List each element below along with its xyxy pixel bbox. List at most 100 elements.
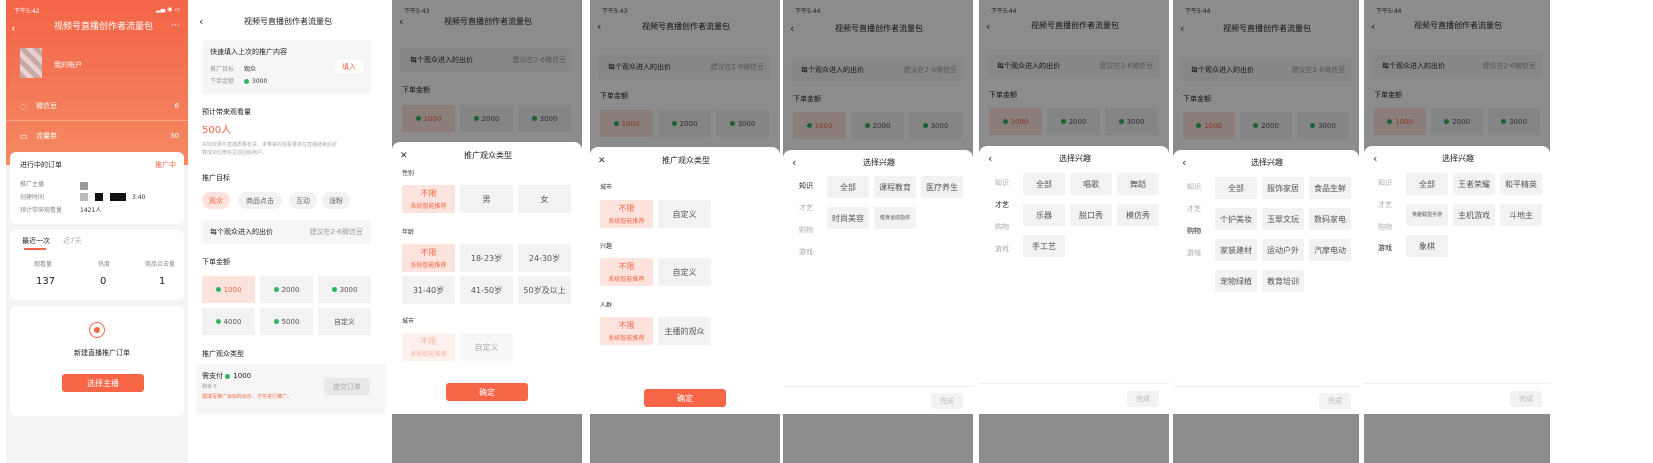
interest-option[interactable]: 健身运动指体 [874,207,916,229]
crowd-unlimited[interactable]: 不限 系统智能推荐 [600,317,653,345]
more-icon[interactable]: ··· [171,22,180,31]
tab-recent[interactable]: 最近一次 [22,238,50,245]
age-option[interactable]: 18-23岁 [460,244,513,272]
interest-option[interactable]: 服饰家居 [1262,177,1304,199]
interest-option[interactable]: 家装建材 [1215,239,1257,261]
category-gaming[interactable]: 游戏 [1187,250,1201,257]
done-button[interactable]: 完成 [1127,391,1159,407]
category-gaming[interactable]: 游戏 [995,246,1009,253]
interest-option[interactable]: 时尚美容 [827,207,869,229]
goal-chip-audience[interactable]: 观众 [202,192,230,209]
amount-option[interactable]: 1000 [202,276,255,303]
done-button[interactable]: 完成 [931,393,963,409]
interest-option[interactable]: 个护美妆 [1215,208,1257,230]
category-gaming[interactable]: 游戏 [1378,245,1392,252]
confirm-button[interactable]: 确定 [446,383,528,401]
category-knowledge[interactable]: 知识 [1378,180,1392,187]
tab-7days[interactable]: 近7天 [63,238,81,245]
interest-option[interactable]: 全部 [1215,177,1257,199]
interest-option[interactable]: 英雄联盟手游 [1406,204,1448,226]
category-shopping[interactable]: 购物 [1378,224,1392,231]
back-icon[interactable]: ‹ [1182,156,1186,169]
fill-button[interactable]: 填入 [335,60,363,73]
goal-chip-click[interactable]: 商品点击 [238,192,282,209]
wx-bean-value[interactable]: 6 [175,103,179,110]
category-knowledge[interactable]: 知识 [995,180,1009,187]
interest-option[interactable]: 唱歌 [1070,173,1112,195]
category-shopping[interactable]: 购物 [1187,228,1201,235]
interest-option[interactable]: 全部 [1406,173,1448,195]
interest-option[interactable]: 模仿秀 [1117,204,1159,226]
interest-option[interactable]: 汽摩电动 [1309,239,1351,261]
interest-option[interactable]: 手工艺 [1023,235,1065,257]
amount-custom[interactable]: 自定义 [318,308,371,335]
interest-option[interactable]: 全部 [827,176,869,198]
interest-option[interactable]: 舞蹈 [1117,173,1159,195]
interest-option[interactable]: 乐器 [1023,204,1065,226]
category-talent[interactable]: 才艺 [1187,206,1201,213]
interest-option[interactable]: 王者荣耀 [1453,173,1495,195]
amount-option[interactable]: 4000 [202,308,255,335]
choose-host-button[interactable]: 选择主播 [62,374,144,392]
back-icon[interactable]: ‹ [11,22,15,35]
category-shopping[interactable]: 购物 [799,227,813,234]
city-unlimited[interactable]: 不限 系统智能推荐 [600,200,653,228]
interest-option[interactable]: 象棋 [1406,235,1448,257]
interest-option[interactable]: 脱口秀 [1070,204,1112,226]
interest-option[interactable]: 课程教育 [874,176,916,198]
category-shopping[interactable]: 购物 [995,224,1009,231]
flow-ticket-value[interactable]: 30 [170,133,179,140]
audience-title[interactable]: 推广观众类型 [202,351,244,358]
age-option[interactable]: 31-40岁 [402,276,455,304]
close-icon[interactable]: ✕ [598,157,606,166]
interest-option[interactable]: 和平精英 [1500,173,1542,195]
confirm-button[interactable]: 确定 [644,389,726,407]
interest-option[interactable]: 玉翠文玩 [1262,208,1304,230]
back-icon[interactable]: ‹ [1373,152,1377,165]
interest-option[interactable]: 斗地主 [1500,204,1542,226]
age-unlimited[interactable]: 不限 系统智能推荐 [402,244,455,272]
age-option[interactable]: 24-30岁 [518,244,571,272]
interest-option[interactable]: 教育培训 [1262,270,1304,292]
done-button[interactable]: 完成 [1319,393,1351,409]
back-icon[interactable]: ‹ [199,15,203,28]
screen-interest-knowledge: 下午5:44 ‹ 视频号直播创作者流量包 每个观众进入的出价 建议在2-6微信豆… [783,0,973,463]
amount-option[interactable]: 2000 [260,276,313,303]
category-talent[interactable]: 才艺 [1378,202,1392,209]
interest-unlimited[interactable]: 不限 系统智能推荐 [600,258,653,286]
interest-option[interactable]: 食品生鲜 [1309,177,1351,199]
interest-custom[interactable]: 自定义 [658,258,711,286]
category-knowledge[interactable]: 知识 [799,183,813,190]
city-custom[interactable]: 自定义 [658,200,711,228]
interest-option[interactable]: 全部 [1023,173,1065,195]
interest-option[interactable]: 宠物绿植 [1215,270,1257,292]
interest-option[interactable]: 医疗养生 [921,176,963,198]
done-button[interactable]: 完成 [1510,391,1542,407]
amount-option[interactable]: 5000 [260,308,313,335]
age-option[interactable]: 50岁及以上 [518,276,571,304]
goal-chip-interact[interactable]: 互动 [289,192,317,209]
category-talent[interactable]: 才艺 [799,205,813,212]
submit-button[interactable]: 提交订单 [324,378,370,395]
ongoing-order-card[interactable]: 进行中的订单 推广中 推广主播 创建时间 预计带来观看量 3:40 1421人 [10,152,184,224]
city-unlimited[interactable]: 不限 系统智能推荐 [402,333,455,361]
gender-female[interactable]: 女 [518,185,571,213]
bid-input[interactable]: 每个观众进入的出价 建议在2-6微信豆 [202,220,371,244]
category-talent[interactable]: 才艺 [995,202,1009,209]
back-icon[interactable]: ‹ [792,156,796,169]
amount-option[interactable]: 3000 [318,276,371,303]
category-knowledge[interactable]: 知识 [1187,184,1201,191]
interest-option[interactable]: 主机游戏 [1453,204,1495,226]
gender-unlimited[interactable]: 不限 系统智能推荐 [402,185,455,213]
age-option[interactable]: 41-50岁 [460,276,513,304]
category-gaming[interactable]: 游戏 [799,249,813,256]
interest-option[interactable]: 运动户外 [1262,239,1304,261]
city-custom[interactable]: 自定义 [460,333,513,361]
avatar[interactable] [20,48,42,78]
goal-chip-follow[interactable]: 涨粉 [322,192,350,209]
back-icon[interactable]: ‹ [988,152,992,165]
gender-male[interactable]: 男 [460,185,513,213]
crowd-host-audience[interactable]: 主播的观众 [658,317,711,345]
close-icon[interactable]: ✕ [400,152,408,161]
interest-option[interactable]: 数码家电 [1309,208,1351,230]
